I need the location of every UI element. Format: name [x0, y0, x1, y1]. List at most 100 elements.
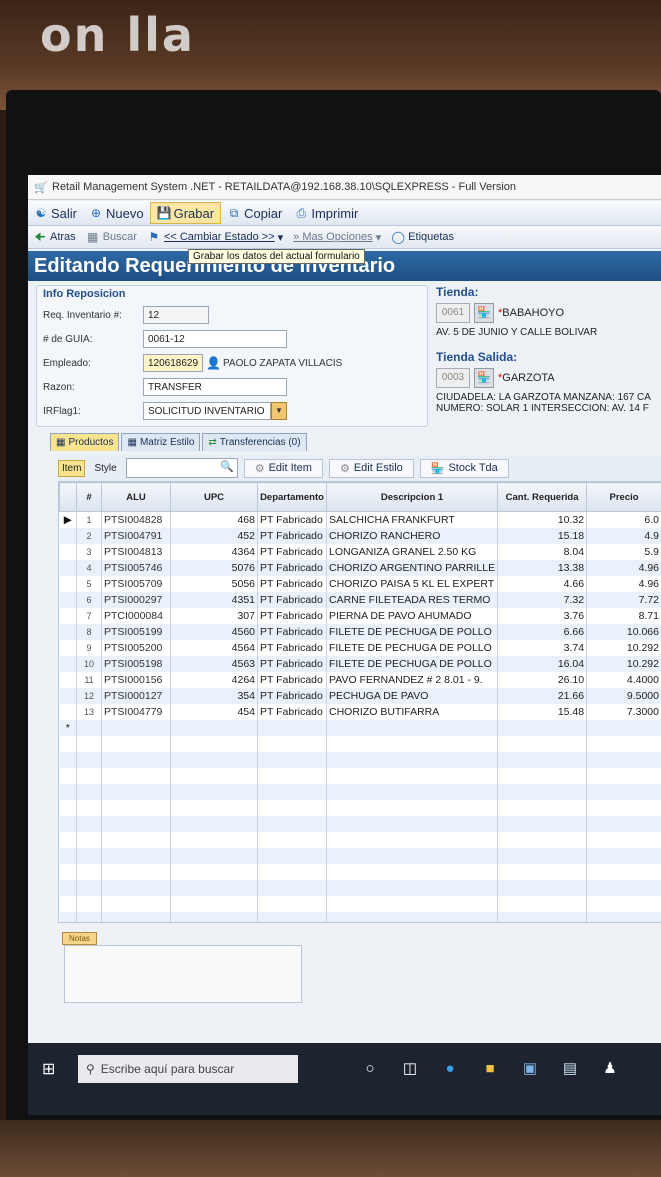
table-row[interactable]: 2 PTSI004791 452 PT Fabricado CHORIZO RANCHE…	[59, 528, 661, 544]
copy-button[interactable]: ⧉ Copiar	[221, 203, 288, 223]
row-selector[interactable]	[59, 800, 77, 816]
cell-descripcion[interactable]	[326, 768, 499, 784]
cell-descripcion[interactable]	[326, 912, 499, 922]
cell-cantidad[interactable]: 4.66	[497, 576, 588, 592]
cell-cantidad[interactable]	[497, 912, 588, 922]
row-selector[interactable]	[59, 736, 77, 752]
cell-descripcion[interactable]: PIERNA DE PAVO AHUMADO	[326, 608, 499, 624]
table-row[interactable]	[59, 816, 661, 832]
guia-field[interactable]: 0061-12	[143, 330, 287, 348]
cell-alu[interactable]: PTSI004791	[101, 528, 171, 544]
cell-precio[interactable]	[586, 752, 661, 768]
table-row[interactable]: *	[59, 720, 661, 736]
cell-num[interactable]	[76, 880, 102, 896]
cell-precio[interactable]: 6.0	[586, 511, 661, 528]
cell-num[interactable]	[76, 720, 102, 736]
network-app-icon[interactable]: ▣	[518, 1057, 542, 1081]
cell-num[interactable]: 5	[76, 576, 102, 592]
cell-upc[interactable]: 4563	[170, 656, 258, 672]
style-toggle[interactable]: Style	[91, 461, 119, 476]
cell-alu[interactable]	[101, 864, 171, 880]
cell-descripcion[interactable]: FILETE DE PECHUGA DE POLLO	[326, 656, 499, 672]
tab-transferencias[interactable]: ⇄ Transferencias (0)	[202, 433, 307, 451]
cell-upc[interactable]	[170, 816, 258, 832]
cell-alu[interactable]	[101, 912, 171, 922]
cell-cantidad[interactable]	[497, 800, 588, 816]
col-header-precio[interactable]: Precio	[586, 482, 661, 512]
cell-upc[interactable]: 454	[170, 704, 258, 720]
cell-cantidad[interactable]	[497, 880, 588, 896]
cell-alu[interactable]: PTSI004813	[101, 544, 171, 560]
user-icon[interactable]: 👤	[206, 356, 221, 370]
cell-departamento[interactable]	[257, 896, 327, 912]
cell-cantidad[interactable]	[497, 896, 588, 912]
cell-descripcion[interactable]: CHORIZO BUTIFARRA	[326, 704, 499, 720]
cell-num[interactable]: 2	[76, 528, 102, 544]
cell-upc[interactable]: 468	[170, 511, 258, 528]
cell-descripcion[interactable]: SALCHICHA FRANKFURT	[326, 511, 499, 528]
cell-num[interactable]: 8	[76, 624, 102, 640]
cell-departamento[interactable]: PT Fabricado	[257, 576, 327, 592]
table-row[interactable]	[59, 784, 661, 800]
cell-departamento[interactable]	[257, 736, 327, 752]
edge-browser-icon[interactable]: ●	[438, 1057, 462, 1081]
cell-descripcion[interactable]	[326, 736, 499, 752]
cell-precio[interactable]	[586, 864, 661, 880]
cell-cantidad[interactable]	[497, 864, 588, 880]
cell-alu[interactable]: PTSI005746	[101, 560, 171, 576]
cell-num[interactable]: 11	[76, 672, 102, 688]
cell-alu[interactable]: PTSI005709	[101, 576, 171, 592]
cell-departamento[interactable]: PT Fabricado	[257, 544, 327, 560]
row-selector[interactable]	[59, 704, 77, 720]
cell-precio[interactable]: 10.066	[586, 624, 661, 640]
cell-alu[interactable]	[101, 736, 171, 752]
item-toggle[interactable]: Item	[58, 459, 86, 477]
search-button[interactable]: ▦ Buscar	[81, 230, 142, 244]
cell-cantidad[interactable]: 21.66	[497, 688, 588, 704]
cell-cantidad[interactable]: 8.04	[497, 544, 588, 560]
cell-num[interactable]: 13	[76, 704, 102, 720]
cell-precio[interactable]	[586, 912, 661, 922]
row-selector[interactable]	[59, 880, 77, 896]
table-row[interactable]	[59, 752, 661, 768]
labels-button[interactable]: ◯ Etiquetas	[386, 230, 459, 244]
row-selector[interactable]	[59, 784, 77, 800]
row-selector[interactable]	[59, 640, 77, 656]
cell-upc[interactable]	[170, 880, 258, 896]
cell-num[interactable]	[76, 768, 102, 784]
cell-alu[interactable]: PTCI000084	[101, 608, 171, 624]
cell-alu[interactable]: PTSI004779	[101, 704, 171, 720]
table-row[interactable]: 5 PTSI005709 5056 PT Fabricado CHORIZO PAISA…	[59, 576, 661, 592]
table-row[interactable]	[59, 736, 661, 752]
cell-cantidad[interactable]: 16.04	[497, 656, 588, 672]
cell-cantidad[interactable]: 7.32	[497, 592, 588, 608]
cell-precio[interactable]	[586, 816, 661, 832]
cell-num[interactable]	[76, 784, 102, 800]
cell-departamento[interactable]	[257, 768, 327, 784]
cell-upc[interactable]	[170, 848, 258, 864]
row-selector[interactable]	[59, 848, 77, 864]
store-icon[interactable]: 🏪	[474, 303, 494, 323]
cortana-icon[interactable]: ○	[358, 1057, 382, 1081]
stock-tda-button[interactable]: 🏪 Stock Tda	[419, 458, 509, 478]
cell-precio[interactable]: 9.5000	[586, 688, 661, 704]
cell-descripcion[interactable]	[326, 880, 499, 896]
cell-alu[interactable]: PTSI005199	[101, 624, 171, 640]
store-icon[interactable]: 🏪	[474, 368, 494, 388]
edit-estilo-button[interactable]: ⚙ Edit Estilo	[328, 458, 414, 478]
exit-button[interactable]: ☯ Salir	[28, 203, 83, 223]
cell-descripcion[interactable]	[326, 816, 499, 832]
cell-alu[interactable]	[101, 752, 171, 768]
cell-precio[interactable]: 7.72	[586, 592, 661, 608]
cell-precio[interactable]: 4.96	[586, 576, 661, 592]
cell-num[interactable]: 4	[76, 560, 102, 576]
cell-num[interactable]	[76, 832, 102, 848]
print-button[interactable]: ⎙ Imprimir	[288, 203, 364, 223]
cell-precio[interactable]: 4.9	[586, 528, 661, 544]
row-selector[interactable]	[59, 560, 77, 576]
cell-num[interactable]: 3	[76, 544, 102, 560]
row-selector[interactable]	[59, 816, 77, 832]
cell-departamento[interactable]	[257, 864, 327, 880]
change-status-button[interactable]: ⚑ << Cambiar Estado >> ▾	[142, 230, 288, 244]
cell-num[interactable]	[76, 864, 102, 880]
